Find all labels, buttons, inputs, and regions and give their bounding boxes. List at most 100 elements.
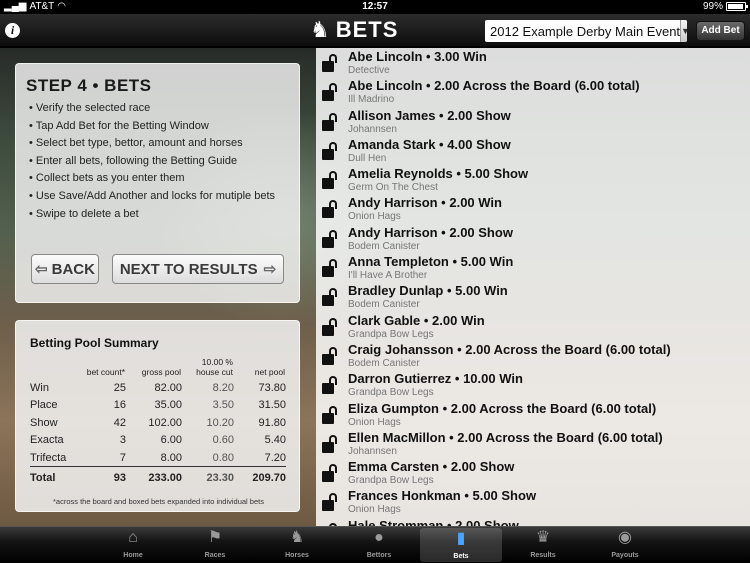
- tab-payouts[interactable]: ◉ Payouts: [584, 527, 666, 563]
- bet-row[interactable]: Bradley Dunlap • 5.00 Win Bodem Canister: [316, 282, 750, 311]
- bet-row[interactable]: Frances Honkman • 5.00 Show Onion Hags: [316, 487, 750, 516]
- bet-description: Andy Harrison • 2.00 Win: [348, 195, 502, 211]
- home-icon: ⌂: [128, 529, 138, 546]
- horse-rider-icon: ♞: [310, 17, 330, 42]
- bet-row[interactable]: Hale Stromman • 2.00 Show: [316, 517, 750, 526]
- tab-bets[interactable]: ▮ Bets: [420, 528, 502, 562]
- step-item: Select bet type, bettor, amount and hors…: [29, 135, 275, 153]
- bet-row[interactable]: Emma Carsten • 2.00 Show Grandpa Bow Legs: [316, 458, 750, 487]
- pool-row: Trifecta 7 8.00 0.80 7.20: [30, 451, 286, 464]
- tab-bettors[interactable]: ● Bettors: [338, 527, 420, 563]
- bet-horse: Onion Hags: [348, 416, 401, 428]
- bet-row[interactable]: Darron Gutierrez • 10.00 Win Grandpa Bow …: [316, 370, 750, 399]
- header-net-pool: net pool: [254, 367, 285, 377]
- bet-description: Abe Lincoln • 2.00 Across the Board (6.0…: [348, 78, 640, 94]
- money-bag-icon: ◉: [618, 529, 632, 546]
- lock-icon[interactable]: [320, 405, 337, 424]
- bet-row[interactable]: Eliza Gumpton • 2.00 Across the Board (6…: [316, 400, 750, 429]
- bet-description: Darron Gutierrez • 10.00 Win: [348, 371, 523, 387]
- pool-table: bet count* gross pool 10.00 % house cut …: [30, 357, 286, 489]
- bet-row[interactable]: Ellen MacMillon • 2.00 Across the Board …: [316, 429, 750, 458]
- bet-description: Amelia Reynolds • 5.00 Show: [348, 166, 529, 182]
- bet-row[interactable]: Allison James • 2.00 Show Johannsen: [316, 107, 750, 136]
- lock-icon[interactable]: [320, 112, 337, 131]
- bet-row[interactable]: Andy Harrison • 2.00 Show Bodem Canister: [316, 224, 750, 253]
- tab-label: Races: [204, 552, 226, 559]
- lock-icon[interactable]: [320, 493, 337, 512]
- bet-horse: Germ On The Chest: [348, 182, 438, 194]
- back-button[interactable]: ⇦ BACK: [31, 254, 99, 284]
- bet-row[interactable]: Abe Lincoln • 3.00 Win Detective: [316, 48, 750, 77]
- bet-row[interactable]: Andy Harrison • 2.00 Win Onion Hags: [316, 194, 750, 223]
- lock-icon[interactable]: [320, 346, 337, 365]
- lock-icon[interactable]: [320, 54, 337, 72]
- arrow-left-icon: ⇦: [35, 261, 48, 278]
- step-item: Collect bets as you enter them: [29, 170, 275, 188]
- pool-row: Win 25 82.00 8.20 73.80: [30, 381, 286, 394]
- tab-horses[interactable]: ♞ Horses: [256, 527, 338, 563]
- bet-horse: Bodem Canister: [348, 299, 420, 311]
- bet-row[interactable]: Craig Johansson • 2.00 Across the Board …: [316, 341, 750, 370]
- header-bet-count: bet count*: [86, 367, 125, 377]
- bet-description: Andy Harrison • 2.00 Show: [348, 224, 513, 240]
- bet-description: Allison James • 2.00 Show: [348, 107, 511, 123]
- tab-label: Home: [123, 552, 143, 559]
- bet-row[interactable]: Amelia Reynolds • 5.00 Show Germ On The C…: [316, 165, 750, 194]
- info-icon[interactable]: i: [5, 23, 20, 38]
- step-item: Enter all bets, following the Betting Gu…: [29, 153, 275, 171]
- step-title: STEP 4 • BETS: [26, 76, 152, 95]
- tab-home[interactable]: ⌂ Home: [92, 527, 174, 563]
- ticket-icon: ▮: [456, 530, 466, 547]
- tab-label: Payouts: [611, 552, 639, 559]
- bet-horse: Onion Hags: [348, 211, 401, 223]
- tab-label: Bets: [453, 553, 469, 560]
- lock-icon[interactable]: [320, 434, 337, 453]
- battery-icon: [726, 2, 748, 11]
- bet-row[interactable]: Clark Gable • 2.00 Win Grandpa Bow Legs: [316, 312, 750, 341]
- lock-icon[interactable]: [320, 464, 337, 483]
- person-icon: ●: [374, 529, 384, 546]
- lock-icon[interactable]: [320, 83, 337, 102]
- bets-list[interactable]: Abe Lincoln • 3.00 Win Detective Abe Linco…: [316, 48, 750, 526]
- chevron-down-icon[interactable]: ▼: [680, 20, 687, 42]
- bet-horse: Johannsen: [348, 445, 397, 457]
- step-list: Verify the selected race Tap Add Bet for…: [29, 100, 275, 223]
- lock-icon[interactable]: [320, 141, 337, 160]
- tab-races[interactable]: ⚑ Races: [174, 527, 256, 563]
- main-content: STEP 4 • BETS Verify the selected race T…: [0, 48, 750, 526]
- bet-description: Emma Carsten • 2.00 Show: [348, 459, 515, 475]
- step-item: Swipe to delete a bet: [29, 206, 275, 224]
- add-bet-button[interactable]: Add Bet: [696, 21, 745, 41]
- bet-horse: Bodem Canister: [348, 357, 420, 369]
- bet-horse: Grandpa Bow Legs: [348, 475, 434, 487]
- navigation-bar: i ♞ BETS 2012 Example Derby Main Event ▼…: [0, 14, 750, 47]
- bet-description: Ellen MacMillon • 2.00 Across the Board …: [348, 429, 663, 445]
- lock-icon[interactable]: [320, 171, 337, 190]
- bet-row[interactable]: Anna Templeton • 5.00 Win I'll Have A Bro…: [316, 253, 750, 282]
- pool-row: Show 42 102.00 10.20 91.80: [30, 416, 286, 429]
- bet-description: Abe Lincoln • 3.00 Win: [348, 49, 487, 64]
- tab-label: Horses: [285, 552, 309, 559]
- next-to-results-button[interactable]: NEXT TO RESULTS ⇨: [112, 254, 284, 284]
- lock-icon[interactable]: [320, 229, 337, 248]
- event-select[interactable]: 2012 Example Derby Main Event ▼: [485, 20, 687, 42]
- bet-horse: Bodem Canister: [348, 240, 420, 252]
- lock-icon[interactable]: [320, 288, 337, 307]
- tab-results[interactable]: ♛ Results: [502, 527, 584, 563]
- lock-icon[interactable]: [320, 317, 337, 336]
- arrow-right-icon: ⇨: [263, 261, 277, 278]
- bet-description: Amanda Stark • 4.00 Show: [348, 136, 511, 152]
- bet-description: Bradley Dunlap • 5.00 Win: [348, 283, 508, 299]
- step-item: Verify the selected race: [29, 100, 275, 118]
- pool-footnote: *across the board and boxed bets expande…: [53, 497, 264, 506]
- lock-icon[interactable]: [320, 376, 337, 395]
- event-select-value: 2012 Example Derby Main Event: [490, 23, 681, 39]
- bet-row[interactable]: Amanda Stark • 4.00 Show Dull Hen: [316, 136, 750, 165]
- bet-row[interactable]: Abe Lincoln • 2.00 Across the Board (6.0…: [316, 77, 750, 106]
- bet-description: Hale Stromman • 2.00 Show: [348, 517, 519, 526]
- tab-label: Bettors: [366, 552, 392, 559]
- bet-horse: Detective: [348, 65, 390, 76]
- house-cut-percent: 10.00 %: [201, 357, 233, 367]
- lock-icon[interactable]: [320, 200, 337, 219]
- lock-icon[interactable]: [320, 259, 337, 278]
